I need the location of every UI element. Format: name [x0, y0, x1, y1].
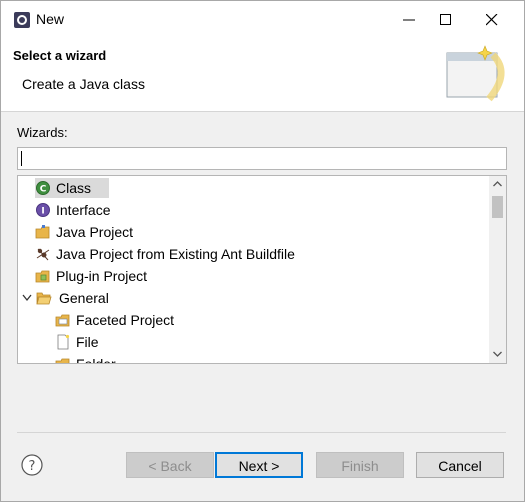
- tree-item-label: Java Project: [56, 224, 134, 240]
- close-icon: [486, 14, 498, 26]
- finish-button[interactable]: Finish: [316, 452, 404, 478]
- new-wizard-banner-icon: [446, 45, 505, 102]
- svg-text:I: I: [41, 207, 44, 217]
- svg-text:C: C: [40, 185, 47, 195]
- java-project-icon: [35, 225, 50, 239]
- tree-item-label: General: [59, 290, 109, 306]
- faceted-project-icon: [55, 314, 70, 327]
- window-title: New: [36, 11, 65, 27]
- java-class-icon: C: [36, 181, 50, 195]
- tree-item-label: File: [76, 334, 99, 350]
- tree-item-class[interactable]: C Class: [35, 178, 109, 198]
- eclipse-app-icon: [14, 12, 30, 28]
- help-icon[interactable]: ?: [21, 454, 43, 476]
- new-wizard-dialog: New Select a wizard Create a Java class …: [0, 0, 525, 502]
- tree-item-label: Faceted Project: [76, 312, 175, 328]
- cancel-button[interactable]: Cancel: [416, 452, 504, 478]
- tree-item-label: Class: [56, 180, 92, 196]
- back-button[interactable]: < Back: [126, 452, 214, 478]
- maximize-button[interactable]: [423, 1, 469, 39]
- tree-item-label: Interface: [56, 202, 111, 218]
- text-caret: [21, 151, 22, 166]
- folder-open-icon: [36, 292, 52, 305]
- minimize-icon: [403, 19, 415, 21]
- title-bar: New: [1, 1, 524, 39]
- plugin-project-icon: [35, 270, 50, 283]
- close-button[interactable]: [469, 1, 515, 39]
- tree-item-label: Folder: [76, 356, 116, 364]
- tree-item-label: Plug-in Project: [56, 268, 148, 284]
- scroll-up-icon[interactable]: [493, 181, 502, 187]
- wizards-label: Wizards:: [17, 125, 68, 140]
- chevron-down-icon[interactable]: [22, 294, 32, 302]
- footer-separator: [17, 432, 506, 433]
- next-button[interactable]: Next >: [215, 452, 303, 478]
- maximize-icon: [440, 14, 451, 25]
- scrollbar-thumb[interactable]: [492, 196, 503, 218]
- wizard-tree[interactable]: C Class I Interface Java Project Java Pr…: [17, 175, 507, 364]
- tree-vertical-scrollbar[interactable]: [489, 176, 506, 363]
- svg-text:?: ?: [29, 459, 36, 474]
- header-title: Select a wizard: [13, 48, 107, 63]
- tree-item-label: Java Project from Existing Ant Buildfile: [56, 246, 295, 262]
- wizard-filter-input[interactable]: [17, 147, 507, 170]
- wizard-header: Select a wizard Create a Java class: [1, 39, 524, 112]
- folder-icon: [55, 358, 70, 363]
- scroll-down-icon[interactable]: [493, 351, 502, 357]
- file-icon: [57, 334, 70, 350]
- header-description: Create a Java class: [22, 76, 145, 92]
- ant-buildfile-icon: [36, 248, 50, 261]
- java-interface-icon: I: [36, 203, 50, 217]
